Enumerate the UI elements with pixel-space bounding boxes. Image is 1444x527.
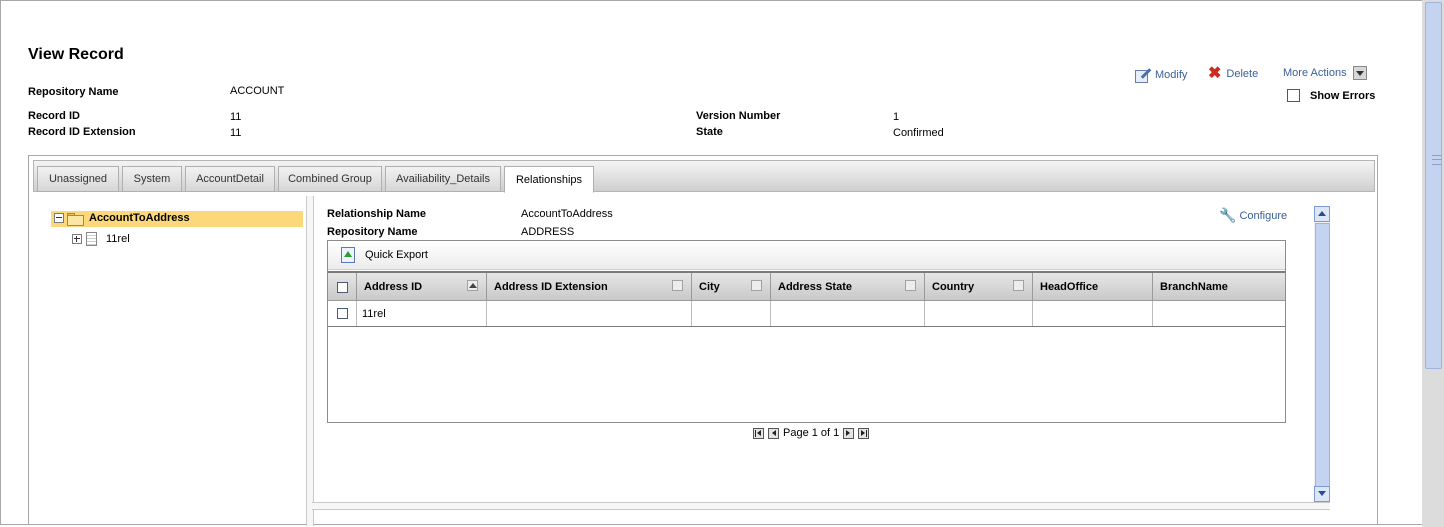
tab-combined-group[interactable]: Combined Group [278, 166, 382, 192]
cell-country[interactable] [925, 301, 1033, 326]
pager: Page 1 of 1 [751, 427, 871, 439]
configure-label: Configure [1239, 209, 1288, 222]
repository-name-label: Repository Name [28, 86, 119, 98]
relationship-name-label: Relationship Name [327, 208, 427, 220]
tab-accountdetail[interactable]: AccountDetail [185, 166, 275, 192]
tree-node-root[interactable]: AccountToAddress [54, 212, 190, 226]
relationship-name-value: AccountToAddress [521, 208, 613, 220]
grid-header: Address ID Address ID Extension City Add… [328, 271, 1285, 301]
cell-address-id[interactable]: 11rel [357, 301, 487, 326]
select-all-cell [328, 273, 357, 301]
sort-icon[interactable] [1013, 280, 1024, 291]
show-errors-label: Show Errors [1310, 89, 1376, 102]
record-id-extension-label: Record ID Extension [28, 126, 136, 138]
delete-label: Delete [1226, 68, 1259, 80]
row-select-cell [328, 301, 357, 326]
last-page-icon[interactable] [858, 427, 870, 439]
more-actions-dropdown[interactable]: More Actions [1283, 66, 1367, 80]
tree-node-child-label[interactable]: 11rel [106, 233, 130, 245]
show-errors-checkbox[interactable] [1287, 89, 1300, 102]
state-label: State [696, 126, 723, 138]
scroll-up-icon[interactable] [1314, 206, 1330, 222]
relationship-repository-label: Repository Name [327, 226, 418, 238]
tab-system[interactable]: System [122, 166, 182, 192]
cell-headoffice[interactable] [1033, 301, 1153, 326]
tree-node-child[interactable]: 11rel [72, 232, 130, 246]
record-id-value: 11 [230, 111, 242, 123]
sort-icon[interactable] [905, 280, 916, 291]
column-header-address-id[interactable]: Address ID [357, 273, 487, 301]
tab-panel: Unassigned System AccountDetail Combined… [28, 155, 1378, 526]
vertical-splitter[interactable] [306, 196, 314, 526]
page-scrollbar-thumb[interactable] [1425, 2, 1442, 369]
horizontal-splitter[interactable] [312, 502, 1330, 510]
collapse-icon[interactable] [54, 213, 64, 223]
show-errors-toggle[interactable]: Show Errors [1287, 89, 1375, 102]
cell-address-state[interactable] [771, 301, 925, 326]
export-icon[interactable] [341, 247, 355, 263]
tab-unassigned[interactable]: Unassigned [37, 166, 119, 192]
quick-export-button[interactable]: Quick Export [365, 249, 428, 261]
page-title: View Record [28, 46, 124, 63]
tree-node-root-label[interactable]: AccountToAddress [89, 212, 190, 224]
tab-availiability-details[interactable]: Availiability_Details [385, 166, 501, 192]
select-all-checkbox[interactable] [337, 281, 348, 293]
state-value: Confirmed [893, 127, 944, 139]
relationship-repository-value: ADDRESS [521, 226, 575, 238]
wrench-icon: 🔧 [1219, 207, 1237, 223]
document-icon [86, 232, 97, 246]
column-header-address-id-extension[interactable]: Address ID Extension [487, 273, 692, 301]
page-scrollbar[interactable] [1422, 0, 1444, 527]
version-number-label: Version Number [696, 110, 781, 122]
chevron-down-icon[interactable] [1352, 66, 1367, 80]
folder-icon [67, 212, 84, 226]
expand-icon[interactable] [72, 234, 82, 244]
row-checkbox[interactable] [337, 308, 348, 319]
tab-relationships[interactable]: Relationships [504, 166, 594, 193]
sort-icon[interactable] [751, 280, 762, 291]
delete-button[interactable]: ✖ Delete [1208, 65, 1259, 82]
delete-icon: ✖ [1208, 65, 1222, 82]
column-header-headoffice[interactable]: HeadOffice [1033, 273, 1153, 301]
page-indicator: Page 1 of 1 [783, 427, 840, 439]
cell-city[interactable] [692, 301, 771, 326]
column-header-country[interactable]: Country [925, 273, 1033, 301]
sort-ascending-icon[interactable] [467, 280, 478, 291]
repository-name-value: ACCOUNT [230, 85, 285, 97]
record-id-label: Record ID [28, 110, 80, 122]
first-page-icon[interactable] [753, 427, 764, 439]
record-id-extension-value: 11 [230, 127, 242, 139]
modify-button[interactable]: Modify [1134, 67, 1188, 83]
configure-button[interactable]: 🔧 Configure [1219, 207, 1287, 224]
cell-branchname[interactable] [1153, 301, 1285, 326]
detail-scrollbar[interactable] [1314, 206, 1330, 502]
column-header-city[interactable]: City [692, 273, 771, 301]
edit-icon [1134, 67, 1152, 83]
previous-page-icon[interactable] [768, 427, 779, 439]
modify-label: Modify [1155, 68, 1188, 81]
sort-icon[interactable] [672, 280, 683, 291]
column-header-address-state[interactable]: Address State [771, 273, 925, 301]
relationship-grid: Quick Export Address ID Address ID Exten… [327, 240, 1286, 423]
detail-scrollbar-thumb[interactable] [1315, 223, 1330, 487]
table-row[interactable]: 11rel [328, 301, 1285, 327]
tab-bar: Unassigned System AccountDetail Combined… [33, 160, 1375, 193]
scroll-down-icon[interactable] [1314, 486, 1330, 502]
next-page-icon[interactable] [843, 427, 855, 439]
grip-icon [1432, 155, 1442, 165]
grid-toolbar: Quick Export [328, 241, 1285, 270]
column-header-branchname[interactable]: BranchName [1153, 273, 1285, 301]
cell-address-id-extension[interactable] [487, 301, 692, 326]
version-number-value: 1 [893, 111, 900, 123]
more-actions-label: More Actions [1283, 67, 1347, 79]
